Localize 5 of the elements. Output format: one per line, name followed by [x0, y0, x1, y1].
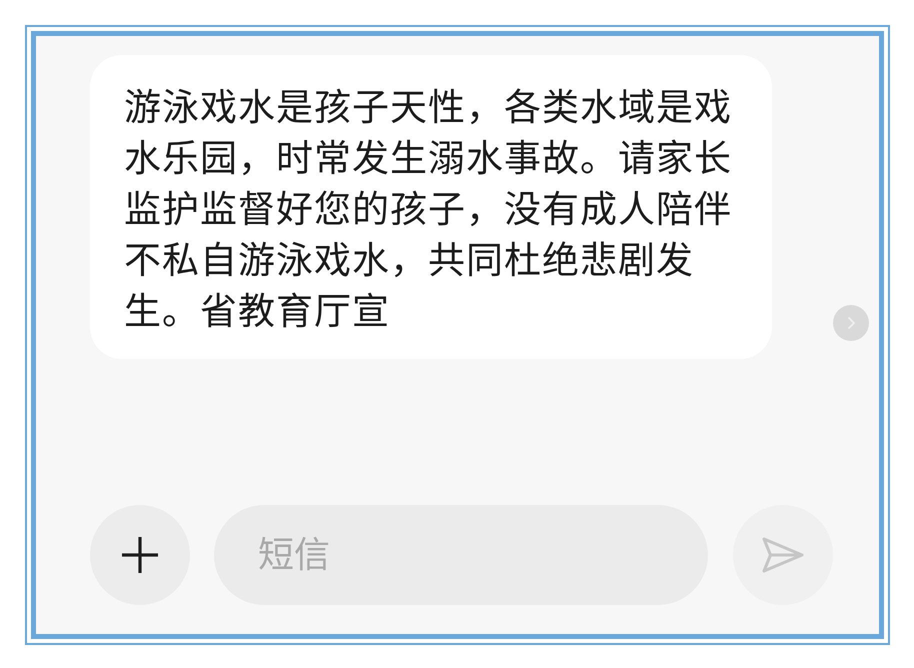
chevron-icon[interactable]: [833, 305, 869, 341]
message-input[interactable]: 短信: [214, 505, 708, 605]
message-text: 游泳戏水是孩子天性，各类水域是戏水乐园，时常发生溺水事故。请家长监护监督好您的孩子，没有成人陪伴不私自游泳戏水，共同杜绝悲剧发生。省教育厅宣: [124, 85, 733, 335]
plus-icon: [122, 537, 158, 573]
send-icon: [761, 536, 805, 574]
